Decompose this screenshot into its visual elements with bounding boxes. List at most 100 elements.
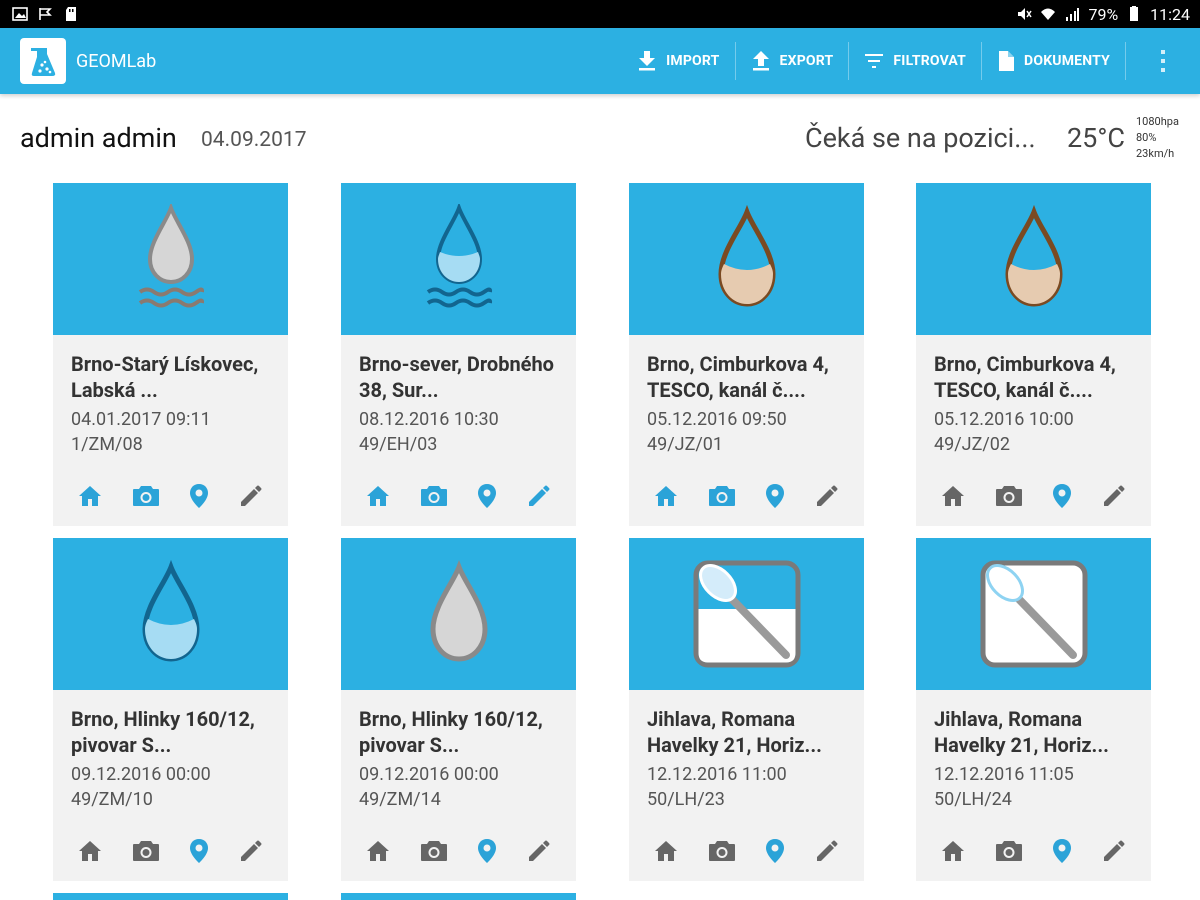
sample-image (341, 538, 576, 690)
camera-icon[interactable] (420, 485, 448, 507)
location-pin-icon[interactable] (765, 483, 785, 509)
app-logo (20, 38, 66, 84)
camera-icon[interactable] (995, 840, 1023, 862)
sample-datetime: 05.12.2016 10:00 (934, 409, 1074, 430)
camera-icon[interactable] (708, 485, 736, 507)
sample-card[interactable]: Brno, Hlinky 160/12, pivovar S... 09.12.… (341, 538, 576, 881)
sample-card-partial[interactable] (341, 893, 576, 900)
sample-datetime: 08.12.2016 10:30 (359, 409, 499, 430)
home-icon[interactable] (366, 485, 390, 507)
wifi-icon (1041, 8, 1056, 20)
sample-location: Jihlava, Romana Havelky 21, Horiz... (934, 707, 1109, 757)
sample-card[interactable]: Jihlava, Romana Havelky 21, Horiz... 12.… (916, 538, 1151, 881)
upload-icon (752, 51, 769, 71)
status-bar: 79% 11:24 (0, 0, 1200, 28)
location-pin-icon[interactable] (1052, 838, 1072, 864)
sample-code: 49/ZM/10 (71, 789, 153, 810)
sample-image (53, 183, 288, 335)
location-pin-icon[interactable] (189, 483, 209, 509)
sample-location: Brno, Hlinky 160/12, pivovar S... (359, 707, 543, 757)
camera-icon[interactable] (420, 840, 448, 862)
sample-code: 50/LH/24 (934, 789, 1012, 810)
home-icon[interactable] (78, 485, 102, 507)
camera-icon[interactable] (995, 485, 1023, 507)
gray-drop-icon (429, 559, 488, 662)
edit-icon[interactable] (1102, 484, 1126, 508)
sample-image (916, 538, 1151, 690)
sample-datetime: 12.12.2016 11:05 (934, 764, 1074, 785)
toolbar-actions: IMPORT EXPORT FILTROVAT DOKUMENTY (622, 28, 1200, 94)
pressure: 1080hpa (1136, 115, 1179, 128)
location-pin-icon[interactable] (1052, 483, 1072, 509)
download-icon (639, 51, 656, 71)
home-icon[interactable] (654, 840, 678, 862)
sample-image (629, 538, 864, 690)
check-flag-icon (39, 8, 52, 20)
edit-icon[interactable] (239, 484, 263, 508)
card-actions (341, 836, 576, 866)
sample-card[interactable]: Brno, Cimburkova 4, TESCO, kanál č.... 0… (629, 183, 864, 526)
camera-icon[interactable] (708, 840, 736, 862)
sample-card[interactable]: Brno, Hlinky 160/12, pivovar S... 09.12.… (53, 538, 288, 881)
sample-code: 49/JZ/01 (647, 434, 724, 455)
sample-location: Brno-Starý Lískovec, Labská ... (71, 352, 259, 402)
location-pin-icon[interactable] (189, 838, 209, 864)
documents-label: DOKUMENTY (1024, 53, 1110, 69)
home-icon[interactable] (941, 840, 965, 862)
edit-icon[interactable] (239, 839, 263, 863)
home-icon[interactable] (941, 485, 965, 507)
sample-card[interactable]: Brno, Cimburkova 4, TESCO, kanál č.... 0… (916, 183, 1151, 526)
camera-icon[interactable] (132, 840, 160, 862)
card-actions (629, 481, 864, 511)
position-status: Čeká se na pozici... (805, 122, 1036, 154)
sample-location: Brno, Cimburkova 4, TESCO, kanál č.... (647, 352, 829, 402)
battery-icon (1130, 6, 1139, 21)
filter-icon (865, 54, 884, 68)
sample-location: Jihlava, Romana Havelky 21, Horiz... (647, 707, 822, 757)
brown-drop-icon (717, 204, 776, 307)
import-label: IMPORT (666, 53, 720, 69)
session-date: 04.09.2017 (201, 128, 307, 152)
card-actions (341, 481, 576, 511)
import-button[interactable]: IMPORT (622, 28, 736, 94)
sample-card-partial[interactable] (53, 893, 288, 900)
sample-card[interactable]: Brno-sever, Drobného 38, Sur... 08.12.20… (341, 183, 576, 526)
edit-icon[interactable] (815, 484, 839, 508)
edit-icon[interactable] (527, 839, 551, 863)
sample-card[interactable]: Brno-Starý Lískovec, Labská ... 04.01.20… (53, 183, 288, 526)
sample-location: Brno-sever, Drobného 38, Sur... (359, 352, 554, 402)
battery-percent: 79% (1088, 4, 1119, 24)
sample-location: Brno, Cimburkova 4, TESCO, kanál č.... (934, 352, 1116, 402)
brown-drop-icon (1004, 204, 1063, 307)
home-icon[interactable] (78, 840, 102, 862)
location-pin-icon[interactable] (477, 483, 497, 509)
filter-button[interactable]: FILTROVAT (849, 28, 983, 94)
location-pin-icon[interactable] (765, 838, 785, 864)
home-icon[interactable] (366, 840, 390, 862)
gallery-icon (12, 7, 28, 21)
user-name: admin admin (20, 122, 177, 154)
sample-card[interactable]: Jihlava, Romana Havelky 21, Horiz... 12.… (629, 538, 864, 881)
sample-code: 49/EH/03 (359, 434, 438, 455)
app-title: GEOMLab (76, 50, 157, 72)
wind: 23km/h (1136, 147, 1175, 160)
edit-icon[interactable] (527, 484, 551, 508)
sample-image (629, 183, 864, 335)
sampling-spoon-half-icon (693, 560, 800, 668)
documents-button[interactable]: DOKUMENTY (982, 28, 1126, 94)
humidity: 80% (1136, 131, 1157, 144)
beaker-icon (31, 48, 56, 76)
sd-card-icon (66, 7, 76, 21)
more-vert-icon (1161, 50, 1165, 72)
sample-datetime: 09.12.2016 00:00 (71, 764, 211, 785)
card-actions (916, 836, 1151, 866)
camera-icon[interactable] (132, 485, 160, 507)
signal-icon (1066, 8, 1080, 21)
location-pin-icon[interactable] (477, 838, 497, 864)
edit-icon[interactable] (815, 839, 839, 863)
sample-datetime: 04.01.2017 09:11 (71, 409, 211, 430)
overflow-menu-button[interactable] (1126, 28, 1200, 94)
edit-icon[interactable] (1102, 839, 1126, 863)
export-button[interactable]: EXPORT (736, 28, 850, 94)
home-icon[interactable] (654, 485, 678, 507)
